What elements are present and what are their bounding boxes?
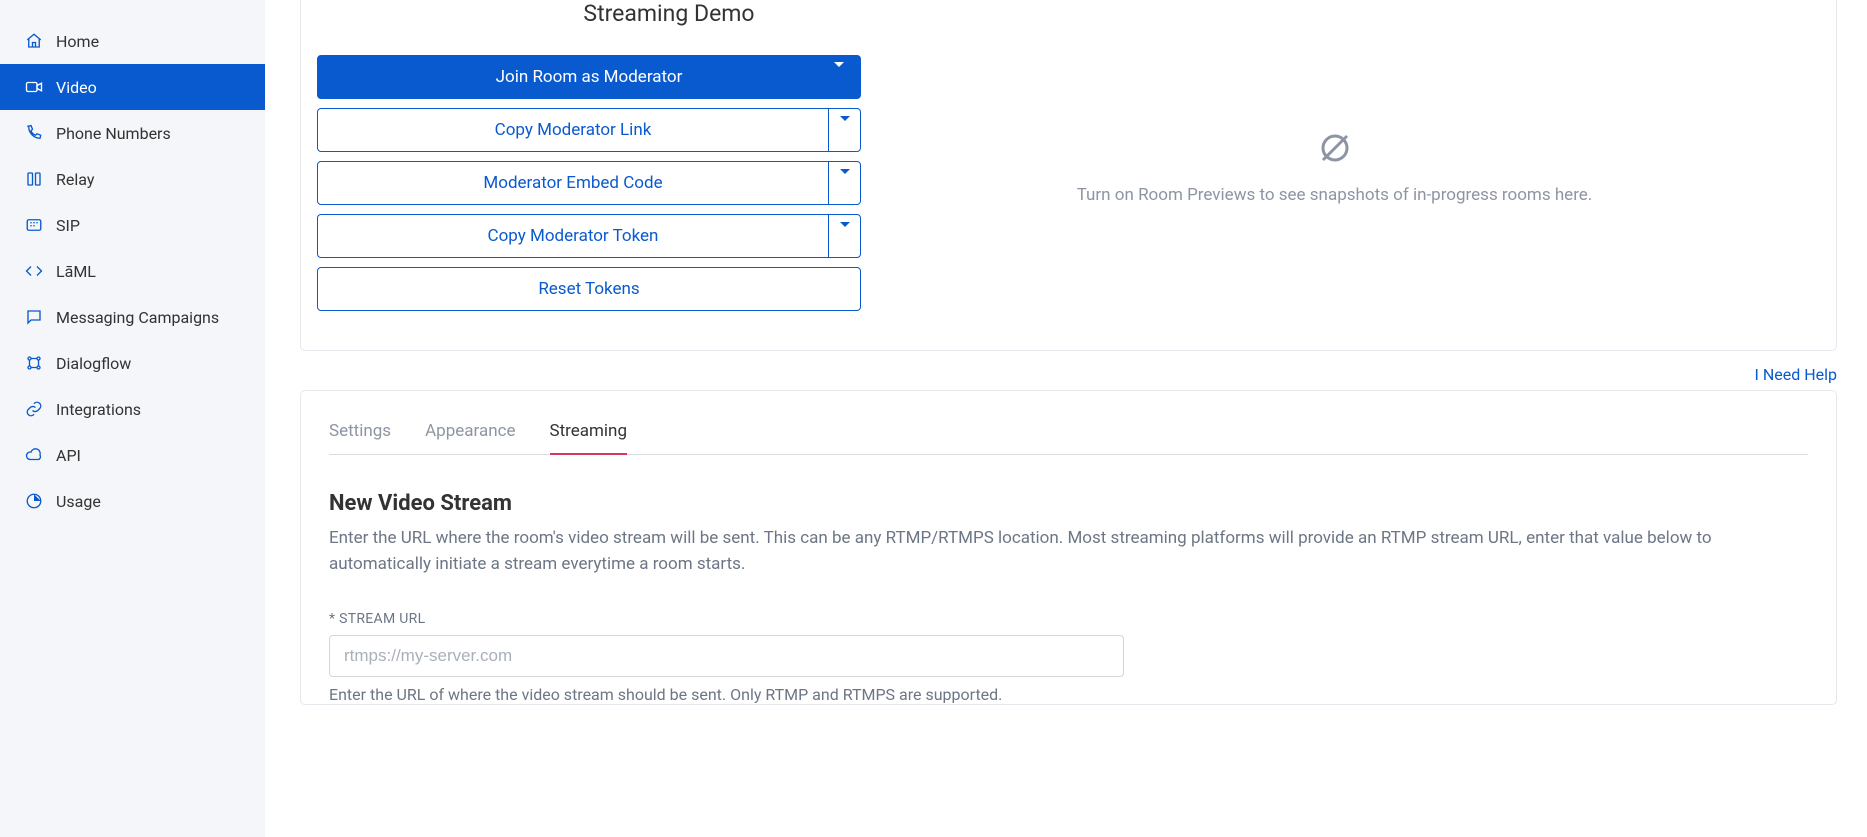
sidebar-item-label: Phone Numbers (56, 124, 171, 143)
code-icon (24, 261, 44, 281)
copy-moderator-token-dropdown[interactable] (828, 215, 860, 257)
home-icon (24, 31, 44, 51)
video-icon (24, 77, 44, 97)
sidebar-item-api[interactable]: API (0, 432, 265, 478)
cloud-icon (24, 445, 44, 465)
stream-url-help: Enter the URL of where the video stream … (329, 685, 1808, 704)
sidebar-item-label: API (56, 446, 81, 465)
moderator-embed-code-dropdown[interactable] (828, 162, 860, 204)
join-room-label: Join Room as Moderator (496, 67, 683, 87)
preview-placeholder: Turn on Room Previews to see snapshots o… (861, 0, 1808, 320)
dialogflow-icon (24, 353, 44, 373)
new-stream-desc: Enter the URL where the room's video str… (329, 526, 1808, 577)
tab-settings[interactable]: Settings (329, 415, 391, 455)
sidebar-item-dialogflow[interactable]: Dialogflow (0, 340, 265, 386)
sidebar-item-home[interactable]: Home (0, 18, 265, 64)
copy-moderator-token-button: Copy Moderator Token (317, 214, 861, 258)
demo-title: Streaming Demo (317, 0, 861, 27)
sidebar-item-label: Video (56, 78, 97, 97)
sidebar-item-label: Relay (56, 170, 94, 189)
sidebar-item-label: Dialogflow (56, 354, 131, 373)
copy-moderator-link-label: Copy Moderator Link (495, 120, 652, 140)
copy-moderator-link-button: Copy Moderator Link (317, 108, 861, 152)
caret-down-icon (840, 174, 850, 193)
sidebar-item-sip[interactable]: SIP (0, 202, 265, 248)
chart-icon (24, 491, 44, 511)
caret-down-icon (840, 227, 850, 246)
sidebar-item-label: Messaging Campaigns (56, 308, 219, 327)
demo-card: Streaming Demo Join Room as Moderator Co… (300, 0, 1837, 351)
sip-icon (24, 215, 44, 235)
message-icon (24, 307, 44, 327)
sidebar-item-usage[interactable]: Usage (0, 478, 265, 524)
help-row: I Need Help (265, 351, 1867, 390)
tabs: Settings Appearance Streaming (329, 415, 1808, 455)
caret-down-icon (840, 121, 850, 140)
reset-tokens-label: Reset Tokens (538, 279, 639, 299)
copy-moderator-token-label: Copy Moderator Token (488, 226, 659, 246)
sidebar-item-laml[interactable]: LāML (0, 248, 265, 294)
relay-icon (24, 169, 44, 189)
copy-moderator-link-main[interactable]: Copy Moderator Link (318, 109, 828, 151)
empty-set-icon (1317, 130, 1353, 170)
main-content: Streaming Demo Join Room as Moderator Co… (265, 0, 1867, 837)
caret-down-icon (834, 67, 844, 87)
sidebar-item-video[interactable]: Video (0, 64, 265, 110)
copy-moderator-link-dropdown[interactable] (828, 109, 860, 151)
sidebar-item-relay[interactable]: Relay (0, 156, 265, 202)
phone-icon (24, 123, 44, 143)
help-link[interactable]: I Need Help (1755, 365, 1837, 384)
join-room-button[interactable]: Join Room as Moderator (317, 55, 861, 99)
sidebar-item-label: SIP (56, 216, 80, 235)
sidebar-item-messaging-campaigns[interactable]: Messaging Campaigns (0, 294, 265, 340)
moderator-embed-code-main[interactable]: Moderator Embed Code (318, 162, 828, 204)
stream-url-label: * STREAM URL (329, 611, 1808, 627)
demo-actions: Streaming Demo Join Room as Moderator Co… (301, 0, 861, 320)
streaming-card: Settings Appearance Streaming New Video … (300, 390, 1837, 705)
tab-streaming[interactable]: Streaming (550, 415, 628, 455)
reset-tokens-button[interactable]: Reset Tokens (317, 267, 861, 311)
stream-url-input[interactable] (329, 635, 1124, 677)
link-icon (24, 399, 44, 419)
moderator-embed-code-button: Moderator Embed Code (317, 161, 861, 205)
sidebar-item-label: Home (56, 32, 99, 51)
sidebar-item-label: Integrations (56, 400, 141, 419)
sidebar-item-phone-numbers[interactable]: Phone Numbers (0, 110, 265, 156)
sidebar: Home Video Phone Numbers Relay SIP LāML (0, 0, 265, 837)
sidebar-item-label: LāML (56, 262, 96, 281)
copy-moderator-token-main[interactable]: Copy Moderator Token (318, 215, 828, 257)
moderator-embed-code-label: Moderator Embed Code (483, 173, 662, 193)
sidebar-item-label: Usage (56, 492, 101, 511)
preview-text: Turn on Room Previews to see snapshots o… (1077, 182, 1593, 209)
sidebar-item-integrations[interactable]: Integrations (0, 386, 265, 432)
new-stream-title: New Video Stream (329, 491, 1808, 516)
tab-appearance[interactable]: Appearance (425, 415, 515, 455)
